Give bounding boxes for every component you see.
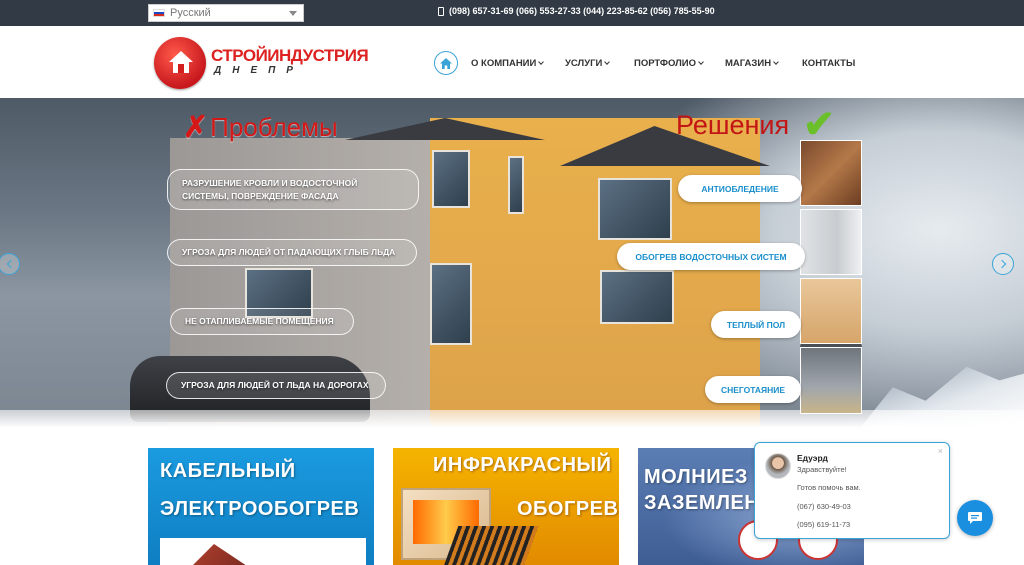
solution-gutter-heating[interactable]: ОБОГРЕВ ВОДОСТОЧНЫХ СИСТЕМ <box>617 243 805 270</box>
banner-line2: ОБОГРЕВ <box>517 498 619 520</box>
site-header: СТРОЙИНДУСТРИЯ ДНЕПР О КОМПАНИИ УСЛУГИ П… <box>0 26 1024 98</box>
russia-flag-icon <box>153 9 165 17</box>
solution-anti-icing[interactable]: АНТИОБЛЕДЕНИЕ <box>678 175 802 202</box>
home-button[interactable] <box>434 51 458 75</box>
logo-subtitle: ДНЕПР <box>214 65 304 76</box>
chevron-down-icon <box>604 59 611 65</box>
banner-line1: ИНФРАКРАСНЫЙ <box>433 454 612 476</box>
problem-label: РАЗРУШЕНИЕ КРОВЛИ И ВОДОСТОЧНОЙ СИСТЕМЫ,… <box>182 177 358 201</box>
house-diagram-image <box>160 538 366 565</box>
nav-item-about[interactable]: О КОМПАНИИ <box>471 58 545 69</box>
solutions-title-text: Решения <box>676 109 790 140</box>
nav-label: МАГАЗИН <box>725 58 772 69</box>
problem-label: УГРОЗА ДЛЯ ЛЮДЕЙ ОТ ЛЬДА НА ДОРОГАХ <box>181 380 369 391</box>
logo-title[interactable]: СТРОЙИНДУСТРИЯ <box>211 46 369 66</box>
problem-icy-roads[interactable]: УГРОЗА ДЛЯ ЛЮДЕЙ ОТ ЛЬДА НА ДОРОГАХ <box>166 372 386 399</box>
cross-icon: ✗ <box>183 111 209 144</box>
chevron-down-icon <box>538 59 545 65</box>
chat-phone-1[interactable]: (067) 630-49-03 <box>797 502 851 511</box>
phone-icon <box>438 6 444 16</box>
anti-icing-thumbnail <box>800 140 862 206</box>
chevron-right-icon <box>997 259 1006 269</box>
problem-label: НЕ ОТАПЛИВАЕМЫЕ ПОМЕЩЕНИЯ <box>185 316 334 327</box>
problem-unheated-rooms[interactable]: НЕ ОТАПЛИВАЕМЫЕ ПОМЕЩЕНИЯ <box>170 308 354 335</box>
problem-roof-damage[interactable]: РАЗРУШЕНИЕ КРОВЛИ И ВОДОСТОЧНОЙ СИСТЕМЫ,… <box>167 169 419 210</box>
snow-ground <box>0 410 1024 428</box>
top-bar: Русский (098) 657-31-69 (066) 553-27-33 … <box>0 0 1024 26</box>
hero-slider: ✗ Проблемы Решения ✔ РАЗРУШЕНИЕ КРОВЛИ И… <box>0 98 1024 428</box>
window-image <box>430 263 472 345</box>
chevron-down-icon <box>698 59 704 65</box>
window-image <box>432 150 470 208</box>
heating-film-image <box>443 526 539 565</box>
logo-emblem[interactable] <box>154 37 206 89</box>
banner-line1: МОЛНИЕЗ <box>644 466 748 488</box>
solution-snow-melting[interactable]: СНЕГОТАЯНИЕ <box>705 376 801 403</box>
nav-label: О КОМПАНИИ <box>471 58 537 69</box>
problem-falling-ice[interactable]: УГРОЗА ДЛЯ ЛЮДЕЙ ОТ ПАДАЮЩИХ ГЛЫБ ЛЬДА <box>167 239 417 266</box>
snow-melting-thumbnail <box>800 347 862 414</box>
chat-agent-name: Едуэрд <box>797 453 828 463</box>
warm-floor-thumbnail <box>800 278 862 344</box>
chat-offer: Готов помочь вам. <box>797 483 861 492</box>
problems-title: ✗ Проблемы <box>183 110 338 145</box>
house-icon <box>169 51 193 73</box>
chat-bubble-icon <box>968 512 982 524</box>
banner-line2: ЭЛЕКТРООБОГРЕВ <box>160 498 360 520</box>
banner-line1: КАБЕЛЬНЫЙ <box>160 460 296 482</box>
solution-label: АНТИОБЛЕДЕНИЕ <box>701 183 779 194</box>
problem-label: УГРОЗА ДЛЯ ЛЮДЕЙ ОТ ПАДАЮЩИХ ГЛЫБ ЛЬДА <box>182 247 396 258</box>
language-label: Русский <box>170 7 211 19</box>
phone-list[interactable]: (098) 657-31-69 (066) 553-27-33 (044) 22… <box>449 6 715 16</box>
checkmark-icon: ✔ <box>803 104 835 146</box>
solution-label: ОБОГРЕВ ВОДОСТОЧНЫХ СИСТЕМ <box>635 251 787 262</box>
slider-next-button[interactable] <box>992 253 1014 275</box>
nav-item-contacts[interactable]: КОНТАКТЫ <box>802 58 855 69</box>
close-icon[interactable]: × <box>938 446 943 456</box>
chevron-left-icon <box>6 259 15 269</box>
solution-label: ТЕПЛЫЙ ПОЛ <box>726 319 786 330</box>
caret-down-icon <box>289 11 297 16</box>
window-image <box>508 156 524 214</box>
banner-cable-heating[interactable]: КАБЕЛЬНЫЙ ЭЛЕКТРООБОГРЕВ <box>148 448 374 565</box>
solutions-title: Решения ✔ <box>676 106 835 144</box>
nav-label: УСЛУГИ <box>565 58 603 69</box>
problems-title-text: Проблемы <box>210 112 338 142</box>
solution-label: СНЕГОТАЯНИЕ <box>720 384 786 395</box>
nav-item-shop[interactable]: МАГАЗИН <box>725 58 779 69</box>
slider-prev-button[interactable] <box>0 253 20 275</box>
chat-open-button[interactable] <box>957 500 993 536</box>
home-icon <box>440 57 452 69</box>
chat-popup[interactable]: Едуэрд Здравствуйте! Готов помочь вам. (… <box>754 442 950 539</box>
nav-item-portfolio[interactable]: ПОРТФОЛИО <box>634 58 704 69</box>
gutter-heating-thumbnail <box>800 209 862 275</box>
window-image <box>600 270 674 324</box>
phone-numbers: (098) 657-31-69 (066) 553-27-33 (044) 22… <box>438 6 715 16</box>
banner-infrared-heating[interactable]: ИНФРАКРАСНЫЙ ОБОГРЕВ <box>393 448 619 565</box>
chat-greeting: Здравствуйте! <box>797 465 847 474</box>
banner-line2: ЗАЗЕМЛЕН <box>644 492 760 514</box>
chevron-down-icon <box>773 59 779 65</box>
language-select[interactable]: Русский <box>148 4 304 22</box>
solution-warm-floor[interactable]: ТЕПЛЫЙ ПОЛ <box>711 311 801 338</box>
avatar <box>765 453 791 479</box>
nav-item-services[interactable]: УСЛУГИ <box>565 58 611 69</box>
nav-label: КОНТАКТЫ <box>802 58 856 69</box>
nav-label: ПОРТФОЛИО <box>634 58 697 69</box>
chat-phone-2[interactable]: (095) 619-11-73 <box>797 520 850 529</box>
window-image <box>598 178 672 240</box>
